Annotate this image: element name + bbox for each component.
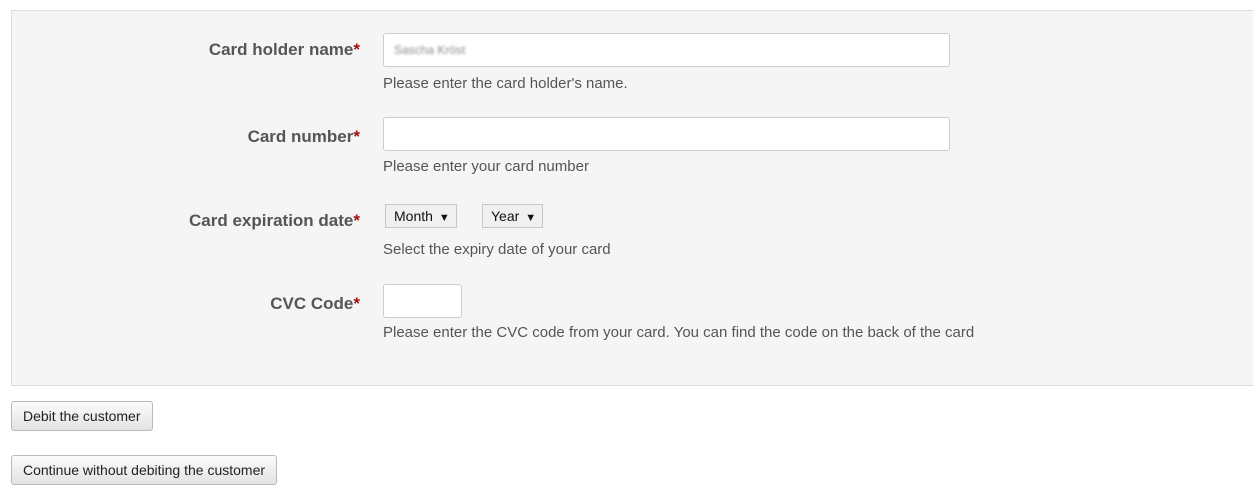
- card-holder-help: Please enter the card holder's name.: [383, 75, 628, 92]
- expiry-year-value: Year: [491, 208, 520, 224]
- debit-customer-button[interactable]: Debit the customer: [11, 401, 153, 431]
- card-holder-value: Sascha Kröst: [394, 43, 466, 57]
- card-number-help: Please enter your card number: [383, 158, 589, 175]
- expiration-label: Card expiration date*: [189, 211, 360, 231]
- expiration-help: Select the expiry date of your card: [383, 241, 611, 258]
- required-mark: *: [353, 294, 360, 313]
- expiration-label-text: Card expiration date: [189, 211, 354, 230]
- expiry-month-value: Month: [394, 208, 433, 224]
- cvc-label: CVC Code*: [270, 294, 360, 314]
- caret-down-icon: ▼: [438, 212, 450, 224]
- cvc-help: Please enter the CVC code from your card…: [383, 324, 975, 341]
- card-number-label-text: Card number: [247, 127, 354, 146]
- caret-down-icon: ▼: [525, 212, 537, 224]
- cvc-input[interactable]: [383, 284, 462, 318]
- cvc-label-text: CVC Code: [270, 294, 354, 313]
- card-holder-input[interactable]: Sascha Kröst: [383, 33, 950, 67]
- card-holder-label-text: Card holder name: [208, 40, 354, 59]
- required-mark: *: [353, 211, 360, 230]
- card-number-input[interactable]: [383, 117, 950, 151]
- expiry-month-select[interactable]: Month ▼: [385, 204, 457, 228]
- card-holder-label: Card holder name*: [209, 40, 360, 60]
- expiry-year-select[interactable]: Year ▼: [482, 204, 544, 228]
- card-number-label: Card number*: [248, 127, 360, 147]
- required-mark: *: [353, 127, 360, 146]
- required-mark: *: [353, 40, 360, 59]
- continue-without-debit-button[interactable]: Continue without debiting the customer: [11, 455, 278, 485]
